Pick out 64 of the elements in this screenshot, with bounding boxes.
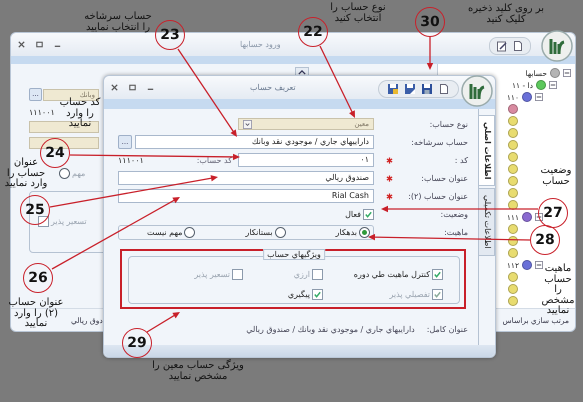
callout-number: 22 (298, 17, 328, 47)
field-label: نوع حساب: (430, 120, 468, 128)
checkmark-icon (313, 290, 322, 299)
maximize-icon[interactable] (35, 40, 44, 49)
callout-number: 25 (20, 195, 50, 225)
field-label: عنوان حساب: (421, 174, 468, 182)
account-code: ۱۱۱۰۰۱ (118, 156, 144, 164)
collapse-icon[interactable] (535, 93, 543, 101)
checkmark-icon (433, 290, 442, 299)
field-label: کد حساب: (196, 156, 232, 164)
checkbox[interactable]: كنترل ماهيت طي دوره (323, 269, 443, 280)
checkmark-icon (364, 210, 373, 218)
checkbox[interactable]: پيگيري (243, 289, 323, 300)
callout-number: 29 (122, 328, 152, 358)
close-icon[interactable] (17, 40, 26, 49)
arrow (426, 37, 434, 70)
callout-number: 24 (40, 138, 70, 168)
callout-number: 27 (538, 198, 568, 228)
input-field[interactable]: دارايیهاي جاري / موجودي نقد وبانك (134, 135, 374, 149)
input-field[interactable]: ۰۱ (238, 153, 374, 167)
field-label: ماهيت: (444, 228, 468, 236)
input-field[interactable]: Rial Cash (118, 189, 374, 203)
field-label: کد : (454, 156, 468, 164)
edit-icon[interactable] (496, 40, 508, 52)
caret-down-icon (243, 120, 252, 128)
radio-button[interactable]: بستانكار (245, 226, 286, 238)
field-label: عنوان كامل: (426, 325, 468, 334)
close-icon[interactable] (110, 83, 119, 92)
arrow (146, 312, 180, 333)
window-title: ورود حسابها (240, 40, 281, 49)
callout-number: 26 (23, 263, 53, 293)
input-field[interactable]: صندوق ريالي (118, 171, 374, 185)
tab[interactable]: اطلاعات اصلي (479, 115, 495, 186)
account-code: ۱۱۱۰۰۱ (29, 108, 55, 117)
callout-caption: حساب سرشاخه را انتخاب نمایید (84, 12, 152, 33)
callout-caption: عنوان حساب (۲) را وارد نمایید (7, 298, 64, 330)
caret-up-icon (298, 70, 306, 74)
collapse-icon[interactable] (563, 69, 571, 77)
callout-caption: کد حساب را وارد نمایید (58, 98, 102, 130)
callout-caption: ماهيت حساب را مشخص نمایید (541, 264, 575, 316)
checkmark-icon (433, 270, 442, 279)
group-title: ويژگیهاي حساب (263, 249, 325, 260)
field-label: حساب سرشاخه: (411, 138, 468, 146)
callout-number: 23 (155, 20, 185, 50)
collapse-icon[interactable] (549, 81, 557, 89)
maximize-icon[interactable] (128, 83, 137, 92)
document-icon[interactable] (438, 83, 450, 95)
document-icon[interactable] (512, 40, 524, 52)
callout-caption: نوع حساب را انتخاب کنید (330, 3, 386, 24)
callout-caption: ویژگی حساب معین را مشخص نمایید (152, 361, 244, 382)
tab[interactable]: اطلاعات تكميلي (479, 188, 495, 256)
checkbox[interactable]: فعال (345, 208, 374, 220)
callout-caption: بر روی کلید ذخیره کلیک کنید (466, 4, 546, 25)
radio-button[interactable]: بدهكار (336, 226, 370, 238)
callout-caption: وضعيت حساب (540, 166, 572, 187)
collapse-icon[interactable] (535, 261, 543, 269)
field-label: عنوان حساب (۲): (408, 192, 468, 200)
callout-number: 30 (415, 7, 445, 37)
full-title-text: دارايیهاي جاري / موجودي نقد وبانك / صندوق ريالي (246, 325, 415, 334)
collapse-icon[interactable] (535, 213, 543, 221)
window-title: تعريف حساب (250, 83, 296, 92)
field-label: وضعيت: (440, 210, 468, 218)
callout-number: 28 (530, 225, 560, 255)
radio-button[interactable]: مهم نيست (146, 226, 196, 238)
